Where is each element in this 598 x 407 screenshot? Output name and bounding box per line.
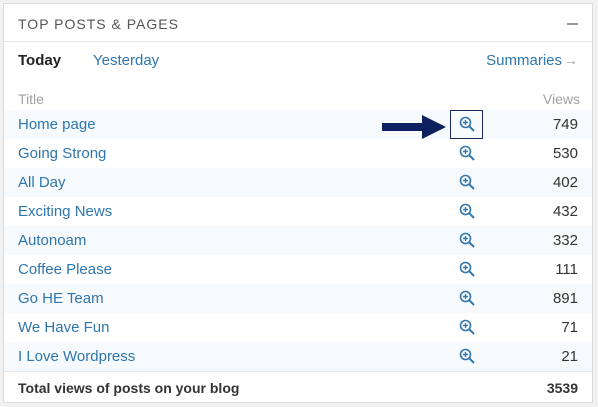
magnifier-plus-icon[interactable] [459, 232, 475, 248]
post-title-link[interactable]: Exciting News [18, 203, 112, 220]
table-row: Home page 749 [4, 110, 592, 139]
table-row: Going Strong 530 [4, 139, 592, 168]
view-count: 332 [552, 232, 578, 249]
view-count: 111 [555, 261, 578, 278]
view-count: 530 [552, 145, 578, 162]
period-tabs: Today Yesterday Summaries → [18, 52, 578, 72]
posts-list: Home page 749 Going Strong 530 All Day 402 Exc… [4, 110, 592, 371]
column-title: Title [18, 91, 44, 107]
post-title-link[interactable]: Autonoam [18, 232, 86, 249]
table-row: We Have Fun 71 [4, 313, 592, 342]
widget-title: TOP POSTS & PAGES [18, 16, 179, 32]
column-headers: Title Views [18, 91, 580, 109]
table-row: Autonoam 332 [4, 226, 592, 255]
view-count: 749 [552, 116, 578, 133]
top-posts-widget: TOP POSTS & PAGES Today Yesterday Summar… [3, 3, 593, 403]
magnifier-plus-icon[interactable] [459, 290, 475, 306]
total-label: Total views of posts on your blog [18, 380, 240, 396]
tab-yesterday[interactable]: Yesterday [93, 52, 159, 69]
pointer-arrow-icon [382, 115, 446, 139]
post-title-link[interactable]: Home page [18, 116, 96, 133]
magnifier-plus-icon[interactable] [459, 116, 475, 132]
view-count: 71 [561, 319, 578, 336]
total-value: 3539 [546, 380, 578, 396]
column-views: Views [542, 91, 580, 107]
table-row: Go HE Team 891 [4, 284, 592, 313]
total-row: Total views of posts on your blog 3539 [4, 371, 592, 403]
table-row: All Day 402 [4, 168, 592, 197]
magnifier-plus-icon[interactable] [459, 261, 475, 277]
magnifier-plus-icon[interactable] [459, 203, 475, 219]
widget-header: TOP POSTS & PAGES [4, 4, 592, 42]
post-title-link[interactable]: Coffee Please [18, 261, 112, 278]
magnifier-plus-icon[interactable] [459, 348, 475, 364]
right-arrow-icon: → [564, 52, 578, 68]
tab-today[interactable]: Today [18, 52, 61, 69]
table-row: Coffee Please 111 [4, 255, 592, 284]
magnifier-plus-icon[interactable] [459, 319, 475, 335]
view-count: 891 [552, 290, 578, 307]
post-title-link[interactable]: All Day [18, 174, 66, 191]
magnifier-plus-icon[interactable] [459, 145, 475, 161]
view-count: 21 [561, 348, 578, 365]
magnifier-plus-icon[interactable] [459, 174, 475, 190]
table-row: I Love Wordpress 21 [4, 342, 592, 371]
post-title-link[interactable]: Going Strong [18, 145, 106, 162]
view-count: 402 [552, 174, 578, 191]
post-title-link[interactable]: Go HE Team [18, 290, 104, 307]
summaries-link[interactable]: Summaries → [486, 52, 578, 69]
post-title-link[interactable]: I Love Wordpress [18, 348, 135, 365]
table-row: Exciting News 432 [4, 197, 592, 226]
summaries-label: Summaries [486, 52, 562, 69]
minus-icon[interactable] [564, 13, 580, 29]
view-count: 432 [552, 203, 578, 220]
post-title-link[interactable]: We Have Fun [18, 319, 109, 336]
